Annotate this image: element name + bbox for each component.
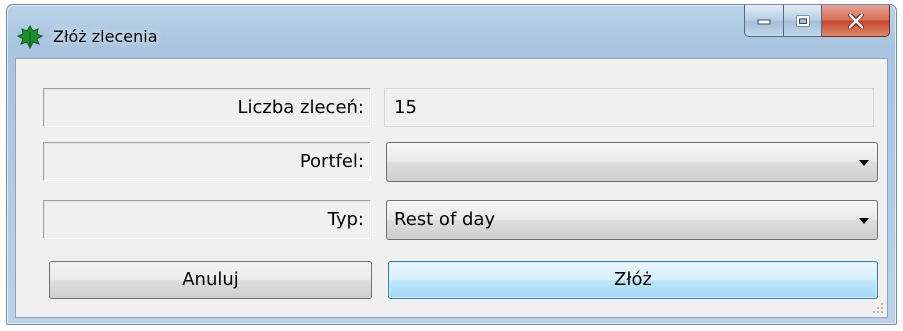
minimize-button[interactable] bbox=[744, 5, 784, 37]
dialog-client-area: Liczba zleceń: 15 Portfel: Typ: Rest of … bbox=[15, 58, 888, 318]
chevron-down-icon bbox=[859, 218, 869, 224]
dialog-window: Złóż zlecenia Liczba zleceń: 15 Portfel:… bbox=[6, 4, 897, 325]
type-selected-value: Rest of day bbox=[394, 209, 496, 230]
chevron-down-icon bbox=[859, 160, 869, 166]
portfolio-label: Portfel: bbox=[43, 142, 371, 181]
count-value: 15 bbox=[384, 88, 874, 127]
maximize-icon bbox=[796, 15, 809, 26]
close-button[interactable] bbox=[822, 5, 890, 37]
window-title: Złóż zlecenia bbox=[53, 27, 158, 46]
title-bar[interactable]: Złóż zlecenia bbox=[7, 5, 896, 57]
type-dropdown[interactable]: Rest of day bbox=[386, 200, 878, 240]
type-label: Typ: bbox=[43, 200, 371, 239]
minimize-icon bbox=[757, 19, 771, 24]
green-leaf-icon bbox=[17, 25, 43, 49]
submit-button[interactable]: Złóż bbox=[388, 261, 878, 299]
resize-grip-icon[interactable] bbox=[872, 302, 884, 314]
maximize-button[interactable] bbox=[784, 5, 822, 37]
count-label: Liczba zleceń: bbox=[43, 88, 371, 127]
caption-buttons bbox=[744, 5, 890, 37]
cancel-button[interactable]: Anuluj bbox=[49, 261, 372, 299]
portfolio-dropdown[interactable] bbox=[386, 142, 878, 182]
close-icon bbox=[847, 13, 864, 28]
